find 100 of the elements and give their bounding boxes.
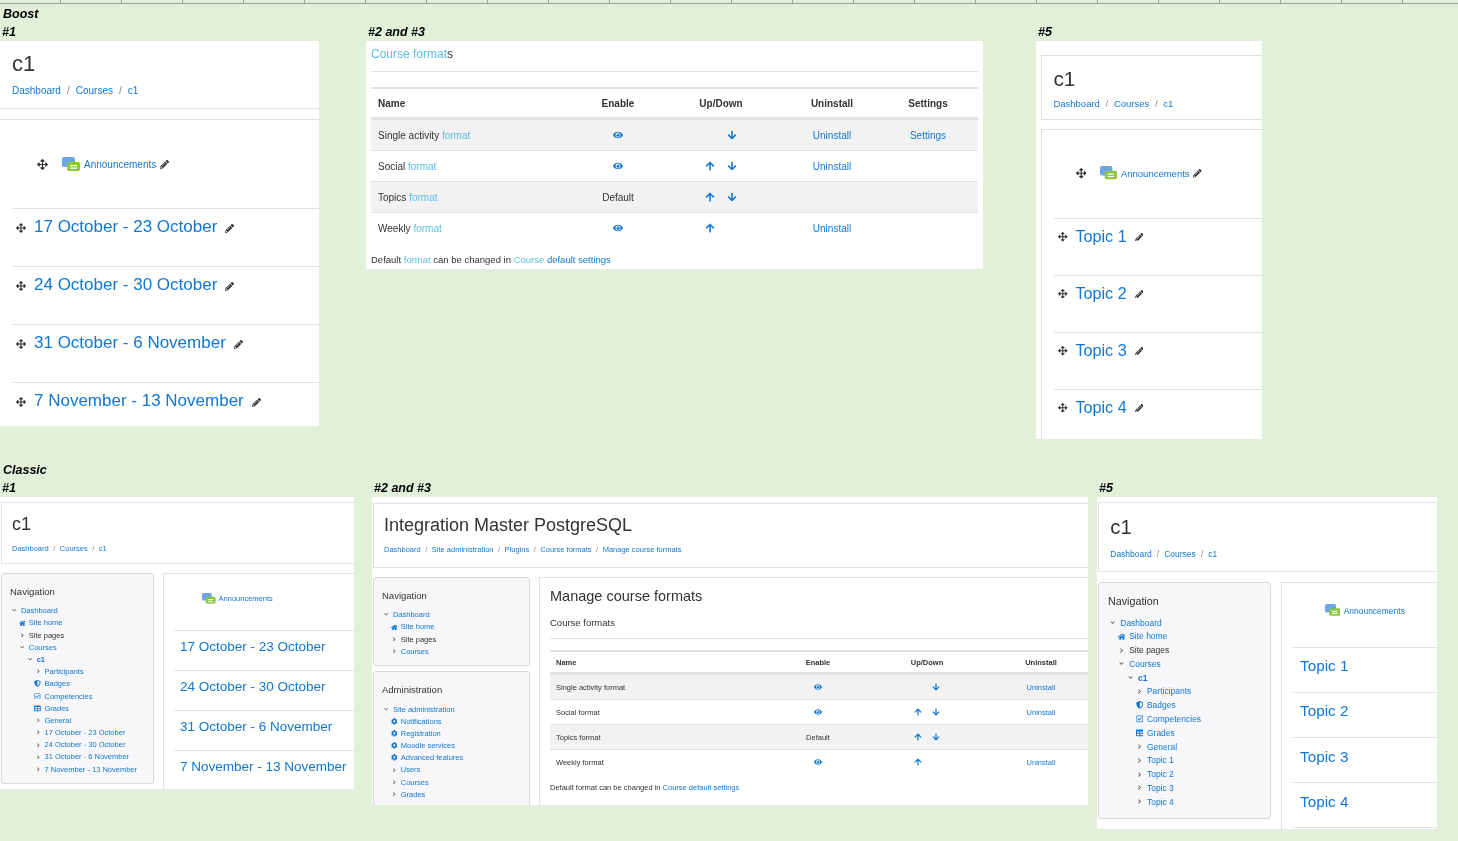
announcements-link[interactable]: Announcements [1120, 168, 1190, 180]
chevron-down-icon[interactable] [1127, 675, 1133, 681]
announcements-link[interactable]: Announcements [1343, 605, 1405, 616]
move-icon[interactable] [16, 397, 26, 408]
move-icon[interactable] [16, 223, 26, 234]
move-icon[interactable] [1076, 168, 1087, 179]
chevron-right-icon[interactable] [1119, 647, 1125, 653]
arrow-down-icon[interactable] [727, 161, 737, 171]
chevron-right-icon[interactable] [35, 730, 40, 735]
nav-link[interactable]: Competencies [1146, 714, 1202, 725]
chevron-right-icon[interactable] [391, 767, 397, 773]
chevron-down-icon[interactable] [27, 657, 33, 662]
pencil-icon[interactable] [1134, 346, 1144, 356]
nav-link[interactable]: Participants [1146, 686, 1192, 697]
section-title[interactable]: Topic 2 [1300, 702, 1349, 721]
section-title[interactable]: Topic 3 [1300, 747, 1349, 766]
breadcrumb-link[interactable]: Dashboard [12, 85, 61, 97]
pencil-icon[interactable] [1134, 289, 1144, 299]
section-title[interactable]: Topic 1 [1300, 657, 1349, 676]
pencil-icon[interactable] [233, 339, 243, 349]
arrow-up-icon[interactable] [705, 192, 715, 202]
pencil-icon[interactable] [1134, 232, 1144, 242]
uninstall-link[interactable]: Uninstall [812, 129, 852, 141]
breadcrumb-link[interactable]: Courses [1164, 548, 1196, 559]
nav-link[interactable]: General [1146, 741, 1178, 752]
nav-link[interactable]: Courses [1129, 658, 1161, 669]
section-title[interactable]: 31 October - 6 November [180, 719, 333, 736]
uninstall-link[interactable]: Uninstall [812, 222, 852, 234]
chevron-right-icon[interactable] [35, 754, 40, 760]
section-title[interactable]: Topic 3 [1075, 340, 1127, 360]
nav-link[interactable]: Badges [1146, 700, 1176, 711]
settings-link[interactable]: Settings [909, 129, 947, 141]
chevron-down-icon[interactable] [383, 706, 389, 712]
breadcrumb-link[interactable]: Dashboard [1110, 548, 1152, 559]
chevron-right-icon[interactable] [1136, 688, 1142, 694]
chevron-right-icon[interactable] [391, 649, 397, 654]
chevron-down-icon[interactable] [1110, 620, 1116, 626]
eye-icon[interactable] [613, 130, 623, 140]
move-icon[interactable] [16, 281, 26, 292]
chevron-right-icon[interactable] [1136, 799, 1142, 805]
nav-text[interactable]: Site pages [1129, 645, 1170, 656]
arrow-down-icon[interactable] [727, 192, 737, 202]
eye-icon[interactable] [814, 683, 822, 691]
uninstall-link[interactable]: Uninstall [812, 160, 852, 172]
move-icon[interactable] [37, 158, 48, 170]
course-default-settings-link[interactable]: Course default settings [513, 254, 611, 265]
section-title[interactable]: 17 October - 23 October [34, 217, 218, 238]
chevron-right-icon[interactable] [391, 779, 397, 785]
chevron-down-icon[interactable] [383, 612, 389, 617]
pencil-icon[interactable] [1193, 169, 1202, 178]
section-title[interactable]: Topic 4 [1075, 397, 1127, 417]
arrow-down-icon[interactable] [932, 683, 941, 691]
pencil-icon[interactable] [1134, 403, 1144, 413]
pencil-icon[interactable] [251, 397, 261, 407]
eye-icon[interactable] [814, 758, 822, 766]
move-icon[interactable] [1058, 232, 1068, 242]
move-icon[interactable] [1058, 403, 1068, 413]
chevron-right-icon[interactable] [391, 636, 397, 642]
pencil-icon[interactable] [225, 223, 235, 233]
breadcrumb-link[interactable]: Courses [75, 85, 113, 97]
chevron-right-icon[interactable] [391, 792, 397, 797]
chevron-right-icon[interactable] [35, 766, 40, 772]
announcements-link[interactable]: Announcements [84, 158, 157, 170]
eye-icon[interactable] [613, 161, 623, 171]
pencil-icon[interactable] [160, 159, 170, 169]
section-title[interactable]: 7 November - 13 November [34, 391, 244, 412]
chevron-right-icon[interactable] [1136, 744, 1142, 750]
chevron-right-icon[interactable] [35, 718, 40, 723]
arrow-down-icon[interactable] [932, 733, 941, 741]
nav-link[interactable]: Topic 2 [1146, 769, 1174, 780]
move-icon[interactable] [1058, 346, 1068, 356]
breadcrumb-link[interactable]: Courses [1113, 98, 1150, 110]
breadcrumb-link[interactable]: c1 [127, 85, 139, 97]
nav-link[interactable]: Topic 4 [1146, 796, 1174, 807]
section-title[interactable]: 24 October - 30 October [180, 679, 326, 696]
section-title[interactable]: 7 November - 13 November [180, 759, 347, 776]
chevron-down-icon[interactable] [19, 645, 25, 650]
section-title[interactable]: Topic 4 [1300, 792, 1349, 812]
section-title[interactable]: 24 October - 30 October [34, 275, 218, 296]
move-icon[interactable] [16, 339, 26, 350]
chevron-right-icon[interactable] [1136, 757, 1142, 763]
chevron-down-icon[interactable] [1119, 661, 1125, 667]
section-title[interactable]: 17 October - 23 October [180, 639, 326, 656]
arrow-up-icon[interactable] [705, 161, 715, 171]
eye-icon[interactable] [814, 708, 822, 716]
arrow-down-icon[interactable] [727, 130, 737, 140]
move-icon[interactable] [1058, 289, 1068, 299]
chevron-right-icon[interactable] [35, 742, 40, 747]
breadcrumb-link[interactable]: Dashboard [1053, 98, 1100, 110]
section-title[interactable]: Topic 1 [1075, 226, 1127, 246]
nav-link[interactable]: Dashboard [1120, 617, 1162, 628]
chevron-right-icon[interactable] [35, 669, 40, 674]
nav-link[interactable]: Site home [1129, 631, 1168, 642]
arrow-up-icon[interactable] [913, 733, 922, 741]
section-title[interactable]: Topic 2 [1075, 283, 1127, 303]
arrow-up-icon[interactable] [913, 708, 922, 716]
nav-link[interactable]: c1 [1138, 672, 1148, 683]
eye-icon[interactable] [613, 223, 623, 233]
section-title[interactable]: 31 October - 6 November [34, 333, 226, 354]
nav-link[interactable]: Topic 1 [1146, 755, 1174, 766]
